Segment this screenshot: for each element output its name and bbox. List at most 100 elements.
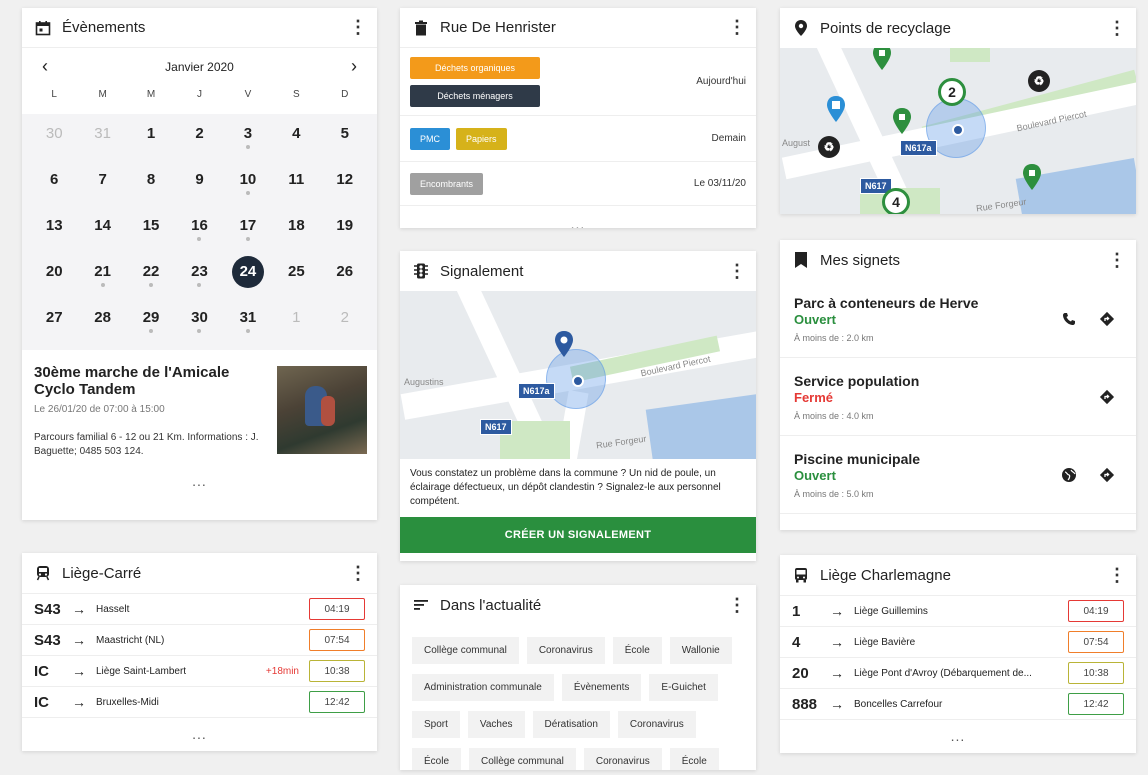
signal-menu-icon[interactable]: ⋮ xyxy=(728,261,746,282)
news-tag[interactable]: École xyxy=(612,637,662,664)
news-tag[interactable]: Sport xyxy=(412,711,460,738)
calendar-day[interactable]: 30 xyxy=(175,298,223,344)
calendar-day[interactable]: 18 xyxy=(272,206,320,252)
line-number: 20 xyxy=(792,664,809,682)
departure-row[interactable]: 4 → Liège Bavière 07:54 xyxy=(780,627,1136,658)
news-tag[interactable]: Coronavirus xyxy=(617,711,696,738)
bookmarks-more-button[interactable]: ... xyxy=(780,524,1136,530)
news-tag[interactable]: Dératisation xyxy=(532,711,610,738)
globe-icon[interactable] xyxy=(1054,460,1084,490)
recycle-menu-icon[interactable]: ⋮ xyxy=(1108,18,1126,39)
calendar-day[interactable]: 27 xyxy=(30,298,78,344)
directions-icon[interactable] xyxy=(1092,304,1122,334)
recycle-map[interactable]: N617a N617 Boulevard Piercot August Rue … xyxy=(780,48,1136,214)
waste-type-tag[interactable]: Encombrants xyxy=(410,172,484,195)
events-more-button[interactable]: ... xyxy=(22,473,377,489)
bookmarks-menu-icon[interactable]: ⋮ xyxy=(1108,250,1126,271)
cluster-marker-4[interactable]: 4 xyxy=(882,188,910,214)
calendar-day[interactable]: 25 xyxy=(272,252,320,298)
departure-row[interactable]: IC → Liège Saint-Lambert +18min 10:38 xyxy=(22,656,377,687)
calendar-day[interactable]: 29 xyxy=(127,298,175,344)
selected-day[interactable]: 24 xyxy=(224,252,272,298)
glass-bin-icon[interactable]: ♻ xyxy=(1028,70,1050,92)
calendar-day[interactable]: 16 xyxy=(175,206,223,252)
event-item[interactable]: 30ème marche de l'Amicale Cyclo Tandem L… xyxy=(22,350,377,459)
calendar-day[interactable]: 19 xyxy=(321,206,369,252)
calendar-day[interactable]: 15 xyxy=(127,206,175,252)
bookmark-item[interactable]: Service population Fermé À moins de : 4.0 … xyxy=(780,358,1136,436)
calendar-day[interactable]: 14 xyxy=(78,206,126,252)
signal-map[interactable]: N617a N617 Boulevard Piercot Augustins R… xyxy=(400,291,756,459)
calendar-day[interactable]: 21 xyxy=(78,252,126,298)
charlemagne-menu-icon[interactable]: ⋮ xyxy=(1108,565,1126,586)
calendar-day[interactable]: 12 xyxy=(321,160,369,206)
calendar-day[interactable]: 4 xyxy=(272,114,320,160)
prev-month-icon[interactable]: ‹ xyxy=(42,56,48,77)
departure-row[interactable]: 1 → Liège Guillemins 04:19 xyxy=(780,596,1136,627)
news-menu-icon[interactable]: ⋮ xyxy=(728,595,746,616)
news-tag[interactable]: Wallonie xyxy=(669,637,732,664)
calendar-day[interactable]: 17 xyxy=(224,206,272,252)
news-tag[interactable]: Coronavirus xyxy=(526,637,605,664)
calendar-day[interactable]: 6 xyxy=(30,160,78,206)
departure-row[interactable]: 888 → Boncelles Carrefour 12:42 xyxy=(780,689,1136,720)
news-tag[interactable]: École xyxy=(412,748,462,770)
calendar-day[interactable]: 26 xyxy=(321,252,369,298)
liege-carre-menu-icon[interactable]: ⋮ xyxy=(349,563,367,584)
calendar-day[interactable]: 1 xyxy=(127,114,175,160)
directions-icon[interactable] xyxy=(1092,382,1122,412)
news-tag[interactable]: Vaches xyxy=(467,711,525,738)
calendar-day[interactable]: 5 xyxy=(321,114,369,160)
calendar-day[interactable]: 31 xyxy=(224,298,272,344)
create-report-button[interactable]: CRÉER UN SIGNALEMENT xyxy=(400,517,756,553)
calendar-day[interactable]: 3 xyxy=(224,114,272,160)
calendar-day[interactable]: 7 xyxy=(78,160,126,206)
calendar-day[interactable]: 28 xyxy=(78,298,126,344)
waste-more-button[interactable]: ... xyxy=(400,216,756,228)
news-tag[interactable]: École xyxy=(669,748,719,770)
calendar-day[interactable]: 23 xyxy=(175,252,223,298)
news-tag[interactable]: Évènements xyxy=(561,674,642,701)
waste-type-tag[interactable]: Papiers xyxy=(456,127,507,150)
calendar-day[interactable]: 2 xyxy=(321,298,369,344)
waste-menu-icon[interactable]: ⋮ xyxy=(728,17,746,38)
departure-row[interactable]: 20 → Liège Pont d'Avroy (Débarquement de..… xyxy=(780,658,1136,689)
calendar-day[interactable]: 30 xyxy=(30,114,78,160)
phone-icon[interactable] xyxy=(1054,304,1084,334)
next-month-icon[interactable]: › xyxy=(351,56,357,77)
departure-row[interactable]: IC → Bruxelles-Midi 12:42 xyxy=(22,687,377,718)
departure-row[interactable]: S43 → Maastricht (NL) 07:54 xyxy=(22,625,377,656)
waste-type-tag[interactable]: PMC xyxy=(410,127,450,150)
bookmarks-header: Mes signets ⋮ xyxy=(780,240,1136,280)
calendar-day[interactable]: 10 xyxy=(224,160,272,206)
calendar-day[interactable]: 8 xyxy=(127,160,175,206)
glass-bin-icon[interactable]: ♻ xyxy=(818,136,840,158)
calendar-day[interactable]: 9 xyxy=(175,160,223,206)
bookmark-item[interactable]: Parc à conteneurs de Herve Ouvert À moins … xyxy=(780,280,1136,358)
news-tag[interactable]: Collège communal xyxy=(412,637,519,664)
recycle-pin-icon[interactable] xyxy=(1022,164,1042,190)
news-tag[interactable]: E-Guichet xyxy=(649,674,718,701)
events-menu-icon[interactable]: ⋮ xyxy=(349,17,367,38)
calendar-day[interactable]: 22 xyxy=(127,252,175,298)
calendar-day[interactable]: 1 xyxy=(272,298,320,344)
news-tag[interactable]: Administration communale xyxy=(412,674,554,701)
recycle-pin-icon[interactable] xyxy=(872,48,892,70)
bookmark-item[interactable]: Piscine municipale Ouvert À moins de : 5.0… xyxy=(780,436,1136,514)
news-tag[interactable]: Collège communal xyxy=(469,748,576,770)
calendar-day[interactable]: 11 xyxy=(272,160,320,206)
liege-carre-more-button[interactable]: ... xyxy=(22,726,377,742)
clothing-pin-icon[interactable] xyxy=(826,96,846,122)
news-tag[interactable]: Coronavirus xyxy=(583,748,662,770)
directions-icon[interactable] xyxy=(1092,460,1122,490)
recycle-pin-icon[interactable] xyxy=(892,108,912,134)
charlemagne-more-button[interactable]: ... xyxy=(780,728,1136,744)
waste-type-tag[interactable]: Déchets organiques xyxy=(410,56,540,79)
cluster-marker-2[interactable]: 2 xyxy=(938,78,966,106)
calendar-day[interactable]: 2 xyxy=(175,114,223,160)
calendar-day[interactable]: 20 xyxy=(30,252,78,298)
calendar-day[interactable]: 31 xyxy=(78,114,126,160)
calendar-day[interactable]: 13 xyxy=(30,206,78,252)
departure-row[interactable]: S43 → Hasselt 04:19 xyxy=(22,594,377,625)
waste-type-tag[interactable]: Déchets ménagers xyxy=(410,84,540,107)
